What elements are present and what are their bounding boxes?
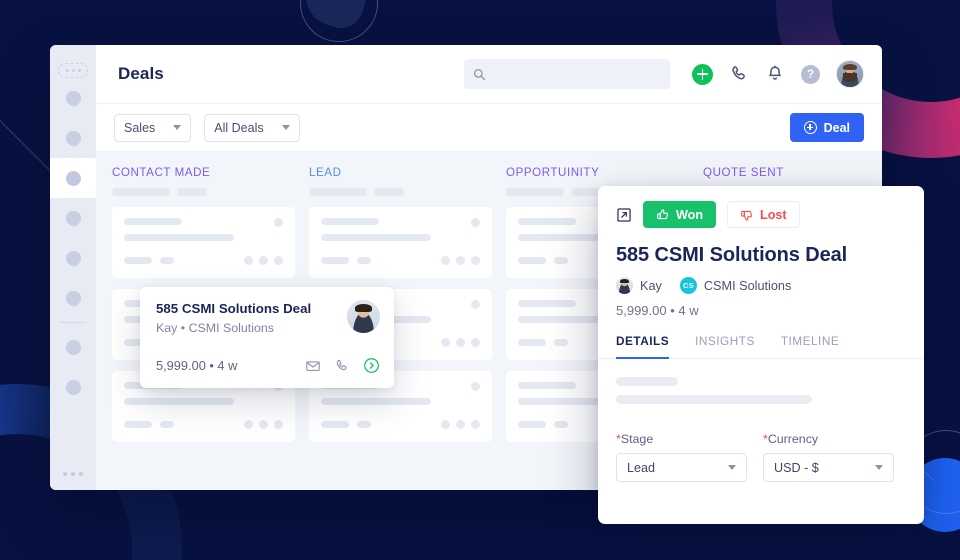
stage-field: *Stage Lead [616, 432, 747, 482]
chevron-down-icon [281, 125, 290, 130]
next-step-icon[interactable] [363, 357, 380, 374]
filter-bar: Sales All Deals Deal [96, 104, 882, 152]
detail-meta: Kay CS CSMI Solutions [598, 267, 924, 294]
sidebar-item-3-active[interactable] [50, 158, 96, 198]
sidebar-item-1[interactable] [50, 78, 96, 118]
thumbs-down-icon [741, 210, 753, 221]
nav-dot-icon [65, 290, 81, 306]
nav-dot-icon [65, 379, 81, 395]
tab-details[interactable]: DETAILS [616, 334, 670, 359]
pipeline-select[interactable]: Sales [114, 113, 192, 142]
column-title: LEAD [309, 166, 342, 179]
deal-card-footer: 5,999.00 • 4 w [156, 357, 380, 374]
won-button[interactable]: Won [643, 201, 717, 228]
column-meta-placeholder [112, 188, 295, 196]
tab-insights[interactable]: INSIGHTS [695, 334, 755, 359]
add-deal-button[interactable]: Deal [789, 113, 864, 142]
detail-placeholder-line-1 [616, 377, 678, 386]
lost-button-label: Lost [760, 207, 787, 222]
search-box[interactable] [464, 59, 670, 89]
detail-title: 585 CSMI Solutions Deal [616, 244, 848, 266]
deal-card-title: 585 CSMI Solutions Deal [156, 301, 312, 316]
top-bar-icons: ? [692, 60, 864, 88]
thumbs-up-icon [657, 208, 669, 219]
stage-select-value: Lead [627, 460, 656, 475]
chevron-down-icon [875, 465, 883, 470]
deals-filter-select[interactable]: All Deals [204, 113, 300, 142]
email-icon[interactable] [305, 358, 321, 374]
stage-select[interactable]: Lead [616, 453, 747, 482]
currency-select-value: USD - $ [774, 460, 819, 475]
app-logo-icon[interactable] [58, 63, 88, 78]
expand-icon[interactable] [616, 207, 632, 223]
nav-dot-icon [65, 170, 81, 186]
chevron-down-icon [728, 465, 736, 470]
owner-avatar [616, 277, 633, 294]
search-icon [473, 68, 486, 80]
chevron-down-icon [173, 125, 182, 130]
phone-icon[interactable] [334, 358, 350, 374]
detail-amount: 5,999.00 • 4 w [616, 303, 699, 318]
sidebar-divider [60, 322, 86, 323]
pipeline-select-label: Sales [124, 120, 156, 135]
sidebar [50, 45, 96, 490]
column-title: CONTACT MADE [112, 166, 211, 179]
sidebar-more-icon[interactable] [50, 472, 96, 476]
owner-name: Kay [640, 278, 662, 293]
detail-placeholder-line-2 [616, 395, 812, 404]
currency-select[interactable]: USD - $ [763, 453, 894, 482]
decorative-circle-top [300, 0, 378, 42]
detail-actions: Won Lost [598, 186, 924, 228]
nav-dot-icon [65, 210, 81, 226]
sidebar-item-4[interactable] [50, 198, 96, 238]
deal-card-amount: 5,999.00 • 4 w [156, 358, 238, 373]
add-deal-button-label: Deal [823, 120, 850, 135]
nav-dot-icon [65, 130, 81, 146]
sidebar-item-6[interactable] [50, 278, 96, 318]
detail-tabs: DETAILS INSIGHTS TIMELINE [598, 318, 924, 359]
avatar[interactable] [836, 60, 864, 88]
won-button-label: Won [676, 207, 704, 222]
plus-circle-icon [803, 121, 817, 134]
lost-button[interactable]: Lost [727, 201, 800, 228]
currency-field-label: *Currency [763, 432, 894, 446]
column-meta-placeholder [309, 188, 492, 196]
placeholder-card[interactable] [309, 207, 492, 278]
company-badge: CS [679, 277, 697, 294]
decorative-blob-top [298, 0, 374, 34]
stage-label-text: Stage [620, 432, 654, 446]
currency-label-text: Currency [767, 432, 819, 446]
detail-body: *Stage Lead *Currency USD - $ [598, 359, 924, 524]
column-title: QUOTE SENT [703, 166, 784, 179]
top-bar: Deals ? [96, 45, 882, 104]
bell-icon[interactable] [765, 64, 785, 84]
deal-card-avatar [347, 300, 380, 333]
help-icon[interactable]: ? [801, 64, 820, 84]
deal-card-subtitle: Kay • CSMI Solutions [156, 321, 274, 335]
sidebar-item-2[interactable] [50, 118, 96, 158]
deal-detail-panel: Won Lost 585 CSMI Solutions Deal Kay CS … [598, 186, 924, 524]
sidebar-item-8[interactable] [50, 367, 96, 407]
sidebar-item-5[interactable] [50, 238, 96, 278]
deal-card[interactable]: 585 CSMI Solutions Deal Kay • CSMI Solut… [140, 287, 394, 388]
phone-icon[interactable] [729, 64, 749, 84]
page-title: Deals [118, 64, 164, 83]
deal-card-actions [305, 357, 380, 374]
tab-timeline[interactable]: TIMELINE [781, 334, 839, 359]
stage-field-label: *Stage [616, 432, 747, 446]
nav-dot-icon [65, 90, 81, 106]
sidebar-item-7[interactable] [50, 327, 96, 367]
add-icon[interactable] [692, 63, 713, 85]
screen-root: Deals ? Sales All Deals Deal CONTACT MAD… [0, 0, 960, 560]
nav-dot-icon [65, 250, 81, 266]
column-title: OPPORTUINITY [506, 166, 600, 179]
company-name: CSMI Solutions [703, 278, 792, 293]
search-input[interactable] [493, 67, 661, 81]
placeholder-card[interactable] [112, 207, 295, 278]
deals-filter-select-label: All Deals [214, 120, 264, 135]
currency-field: *Currency USD - $ [763, 432, 894, 482]
nav-dot-icon [65, 339, 81, 355]
detail-field-row: *Stage Lead *Currency USD - $ [616, 432, 906, 482]
